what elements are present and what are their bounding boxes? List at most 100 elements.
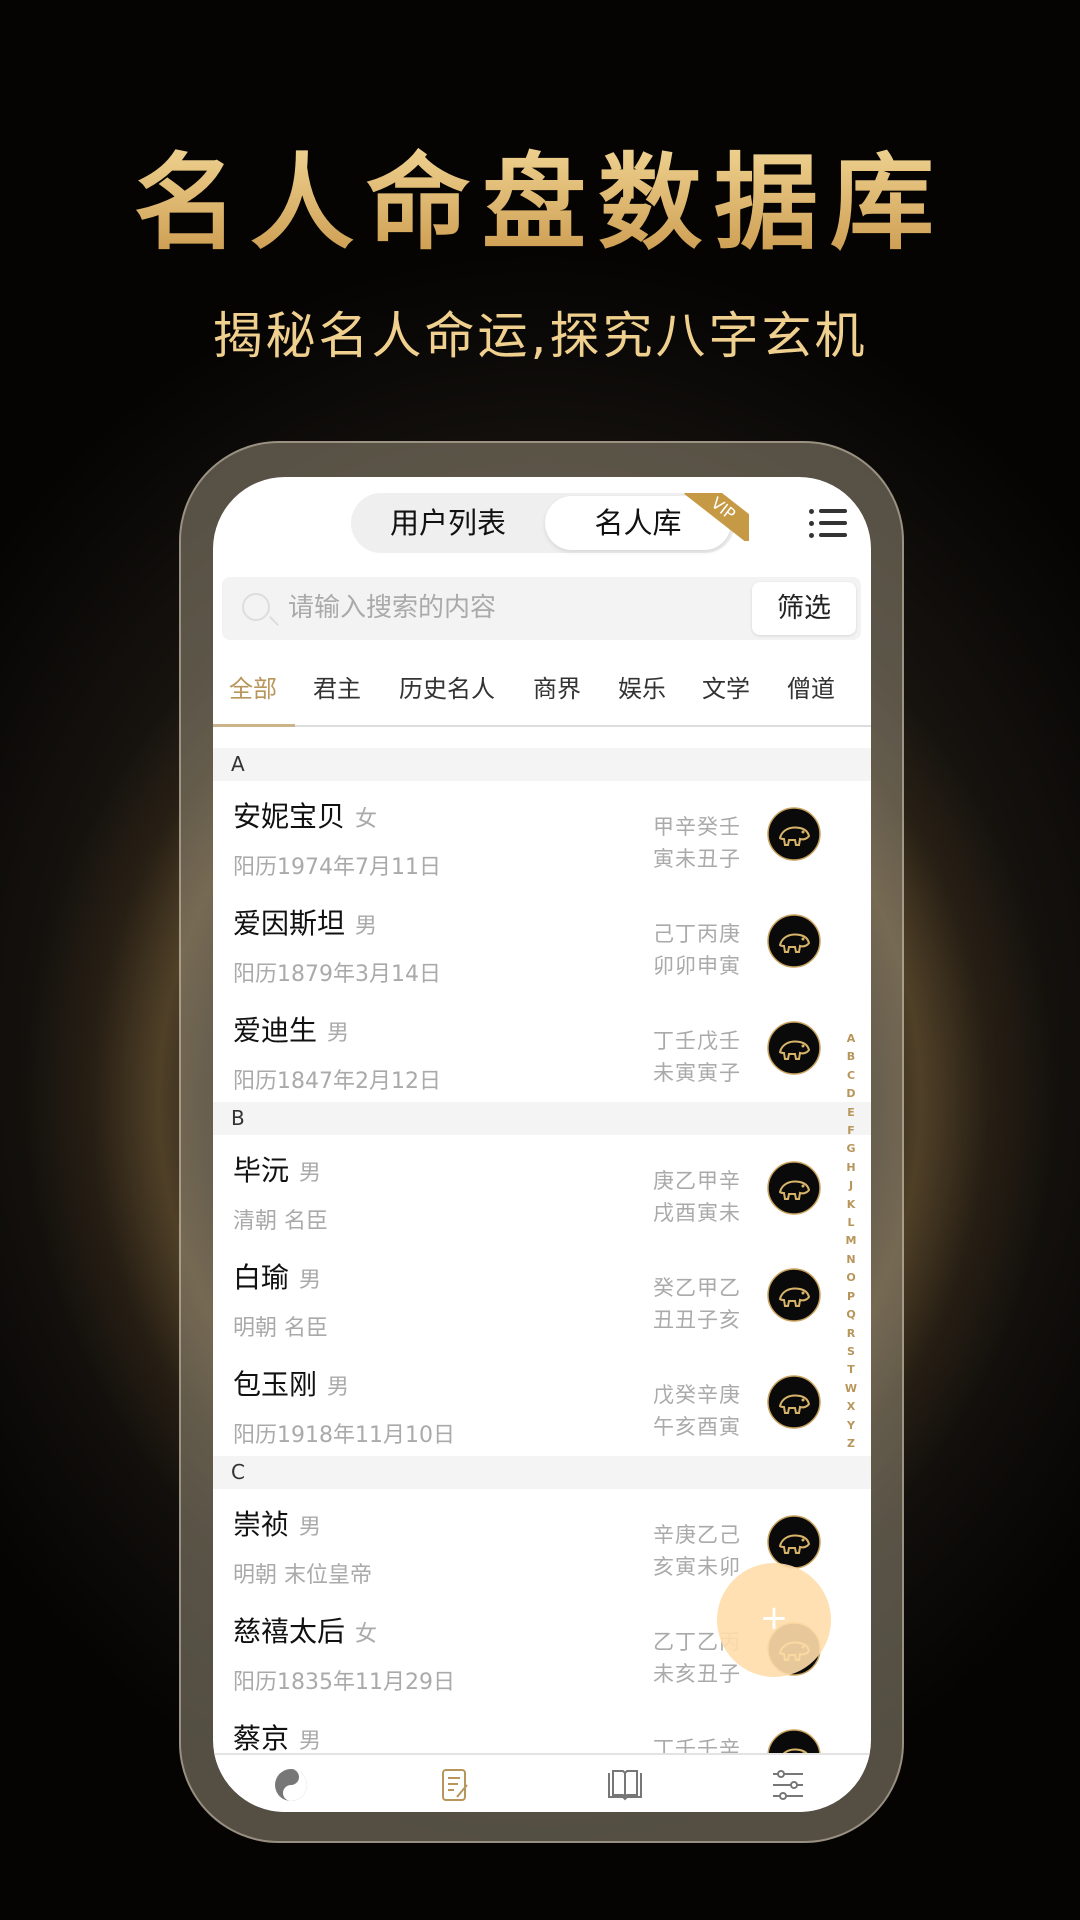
bazi-stems: 丁壬戊壬 bbox=[653, 1029, 741, 1053]
bazi-stems: 癸乙甲乙 bbox=[653, 1276, 741, 1300]
index-letter[interactable]: N bbox=[843, 1251, 859, 1269]
search-bar[interactable]: 请输入搜索的内容 筛选 bbox=[222, 577, 861, 640]
list-item[interactable]: 爱因斯坦男 阳历1879年3月14日 己丁丙庚 卯卯申寅 bbox=[213, 888, 871, 995]
bazi-stems: 庚乙甲辛 bbox=[653, 1169, 741, 1193]
section-header: C bbox=[213, 1456, 871, 1489]
celebrity-name: 爱因斯坦 bbox=[233, 907, 346, 940]
alphabet-index[interactable]: ABCDEFGHJKLMNOPQRSTWXYZ bbox=[843, 1030, 859, 1453]
bazi-branches: 寅未丑子 bbox=[653, 847, 741, 871]
celebrity-name: 安妮宝贝 bbox=[233, 800, 346, 833]
list-item[interactable]: 毕沅男 清朝 名臣 庚乙甲辛 戌酉寅未 bbox=[213, 1135, 871, 1242]
ox-icon bbox=[767, 1268, 821, 1322]
index-letter[interactable]: S bbox=[843, 1343, 859, 1361]
section-header: A bbox=[213, 748, 871, 781]
filter-button[interactable]: 筛选 bbox=[752, 582, 856, 635]
gender-label: 男 bbox=[299, 1268, 322, 1293]
bazi-branches: 丑丑子亥 bbox=[653, 1308, 741, 1332]
celebrity-name: 白瑜 bbox=[233, 1261, 290, 1294]
celebrity-name: 爱迪生 bbox=[233, 1014, 318, 1047]
index-letter[interactable]: G bbox=[843, 1140, 859, 1158]
birth-info: 阳历1879年3月14日 bbox=[233, 962, 441, 987]
birth-info: 明朝 末位皇帝 bbox=[233, 1563, 372, 1588]
tab-category[interactable]: 君主 bbox=[313, 669, 361, 704]
celebrity-name: 包玉刚 bbox=[233, 1368, 318, 1401]
add-fab-button[interactable]: + bbox=[717, 1563, 831, 1677]
gender-label: 女 bbox=[355, 1622, 378, 1647]
bazi-branches: 未亥丑子 bbox=[653, 1662, 741, 1686]
index-letter[interactable]: R bbox=[843, 1325, 859, 1343]
list-item[interactable]: 白瑜男 明朝 名臣 癸乙甲乙 丑丑子亥 bbox=[213, 1242, 871, 1349]
section-header: B bbox=[213, 1102, 871, 1135]
promo-title: 名人命盘数据库 bbox=[0, 118, 1080, 269]
birth-info: 阳历1974年7月11日 bbox=[233, 855, 441, 880]
index-letter[interactable]: Q bbox=[843, 1306, 859, 1324]
dog-icon bbox=[767, 1161, 821, 1215]
bazi-stems: 甲辛癸壬 bbox=[653, 815, 741, 839]
birth-info: 阳历1835年11月29日 bbox=[233, 1670, 455, 1695]
phone-screen: 用户列表 名人库 VIP 请输入搜索的内容 筛选 全部 君主 历史名人 商界 娱乐 文学僧… bbox=[213, 477, 871, 1812]
index-letter[interactable]: Z bbox=[843, 1435, 859, 1453]
bazi-branches: 亥寅未卯 bbox=[653, 1555, 741, 1579]
tab-category[interactable]: 全部 bbox=[229, 669, 277, 704]
segment-user-list[interactable]: 用户列表 bbox=[351, 493, 545, 553]
index-letter[interactable]: M bbox=[843, 1232, 859, 1250]
horse-icon bbox=[767, 1375, 821, 1429]
tab-category[interactable]: 僧道 bbox=[787, 669, 835, 704]
rabbit-icon bbox=[767, 914, 821, 968]
list-item[interactable]: 爱迪生男 阳历1847年2月12日 丁壬戊壬 未寅寅子 bbox=[213, 995, 871, 1102]
index-letter[interactable]: D bbox=[843, 1085, 859, 1103]
bazi-branches: 戌酉寅未 bbox=[653, 1201, 741, 1225]
search-icon bbox=[242, 593, 270, 621]
vip-badge: VIP bbox=[669, 493, 749, 541]
index-letter[interactable]: A bbox=[843, 1030, 859, 1048]
celebrity-name: 毕沅 bbox=[233, 1154, 290, 1187]
list-item[interactable]: 包玉刚男 阳历1918年11月10日 戊癸辛庚 午亥酉寅 bbox=[213, 1349, 871, 1456]
gender-label: 男 bbox=[299, 1729, 322, 1754]
index-letter[interactable]: W bbox=[843, 1380, 859, 1398]
tab-divider bbox=[213, 725, 871, 727]
gender-label: 男 bbox=[327, 1021, 350, 1046]
gender-label: 女 bbox=[355, 807, 378, 832]
birth-info: 明朝 名臣 bbox=[233, 1316, 328, 1341]
tab-category[interactable]: 娱乐 bbox=[618, 669, 666, 704]
index-letter[interactable]: T bbox=[843, 1361, 859, 1379]
pig-icon bbox=[767, 1515, 821, 1569]
bazi-branches: 卯卯申寅 bbox=[653, 954, 741, 978]
celebrity-name: 蔡京 bbox=[233, 1722, 290, 1755]
tiger-icon bbox=[767, 807, 821, 861]
index-letter[interactable]: L bbox=[843, 1214, 859, 1232]
index-letter[interactable]: H bbox=[843, 1159, 859, 1177]
index-letter[interactable]: C bbox=[843, 1067, 859, 1085]
birth-info: 清朝 名臣 bbox=[233, 1209, 328, 1234]
index-letter[interactable]: X bbox=[843, 1398, 859, 1416]
gender-label: 男 bbox=[355, 914, 378, 939]
tab-category[interactable]: 文学 bbox=[702, 669, 750, 704]
bazi-branches: 未寅寅子 bbox=[653, 1061, 741, 1085]
index-letter[interactable]: B bbox=[843, 1048, 859, 1066]
promo-subtitle: 揭秘名人命运,探究八字玄机 bbox=[212, 307, 868, 365]
gender-label: 男 bbox=[327, 1375, 350, 1400]
active-tab-underline bbox=[213, 724, 295, 727]
yin-yang-icon[interactable] bbox=[273, 1767, 309, 1803]
notes-icon[interactable] bbox=[437, 1767, 473, 1803]
birth-info: 阳历1918年11月10日 bbox=[233, 1423, 455, 1448]
index-letter[interactable]: E bbox=[843, 1104, 859, 1122]
book-icon[interactable] bbox=[605, 1767, 642, 1803]
search-input[interactable]: 请输入搜索的内容 bbox=[288, 577, 496, 640]
index-letter[interactable]: J bbox=[843, 1177, 859, 1195]
index-letter[interactable]: Y bbox=[843, 1417, 859, 1435]
tab-category[interactable]: 历史名人 bbox=[399, 669, 495, 704]
list-item[interactable]: 安妮宝贝女 阳历1974年7月11日 甲辛癸壬 寅未丑子 bbox=[213, 781, 871, 888]
gender-label: 男 bbox=[299, 1515, 322, 1540]
bazi-stems: 辛庚乙己 bbox=[653, 1523, 741, 1547]
index-letter[interactable]: F bbox=[843, 1122, 859, 1140]
index-letter[interactable]: O bbox=[843, 1269, 859, 1287]
bottom-nav bbox=[213, 1753, 871, 1812]
tab-category[interactable]: 商界 bbox=[533, 669, 581, 704]
bazi-stems: 己丁丙庚 bbox=[653, 922, 741, 946]
index-letter[interactable]: P bbox=[843, 1288, 859, 1306]
list-menu-icon[interactable] bbox=[809, 509, 847, 539]
index-letter[interactable]: K bbox=[843, 1196, 859, 1214]
goat-icon bbox=[767, 1021, 821, 1075]
settings-sliders-icon[interactable] bbox=[770, 1767, 806, 1803]
